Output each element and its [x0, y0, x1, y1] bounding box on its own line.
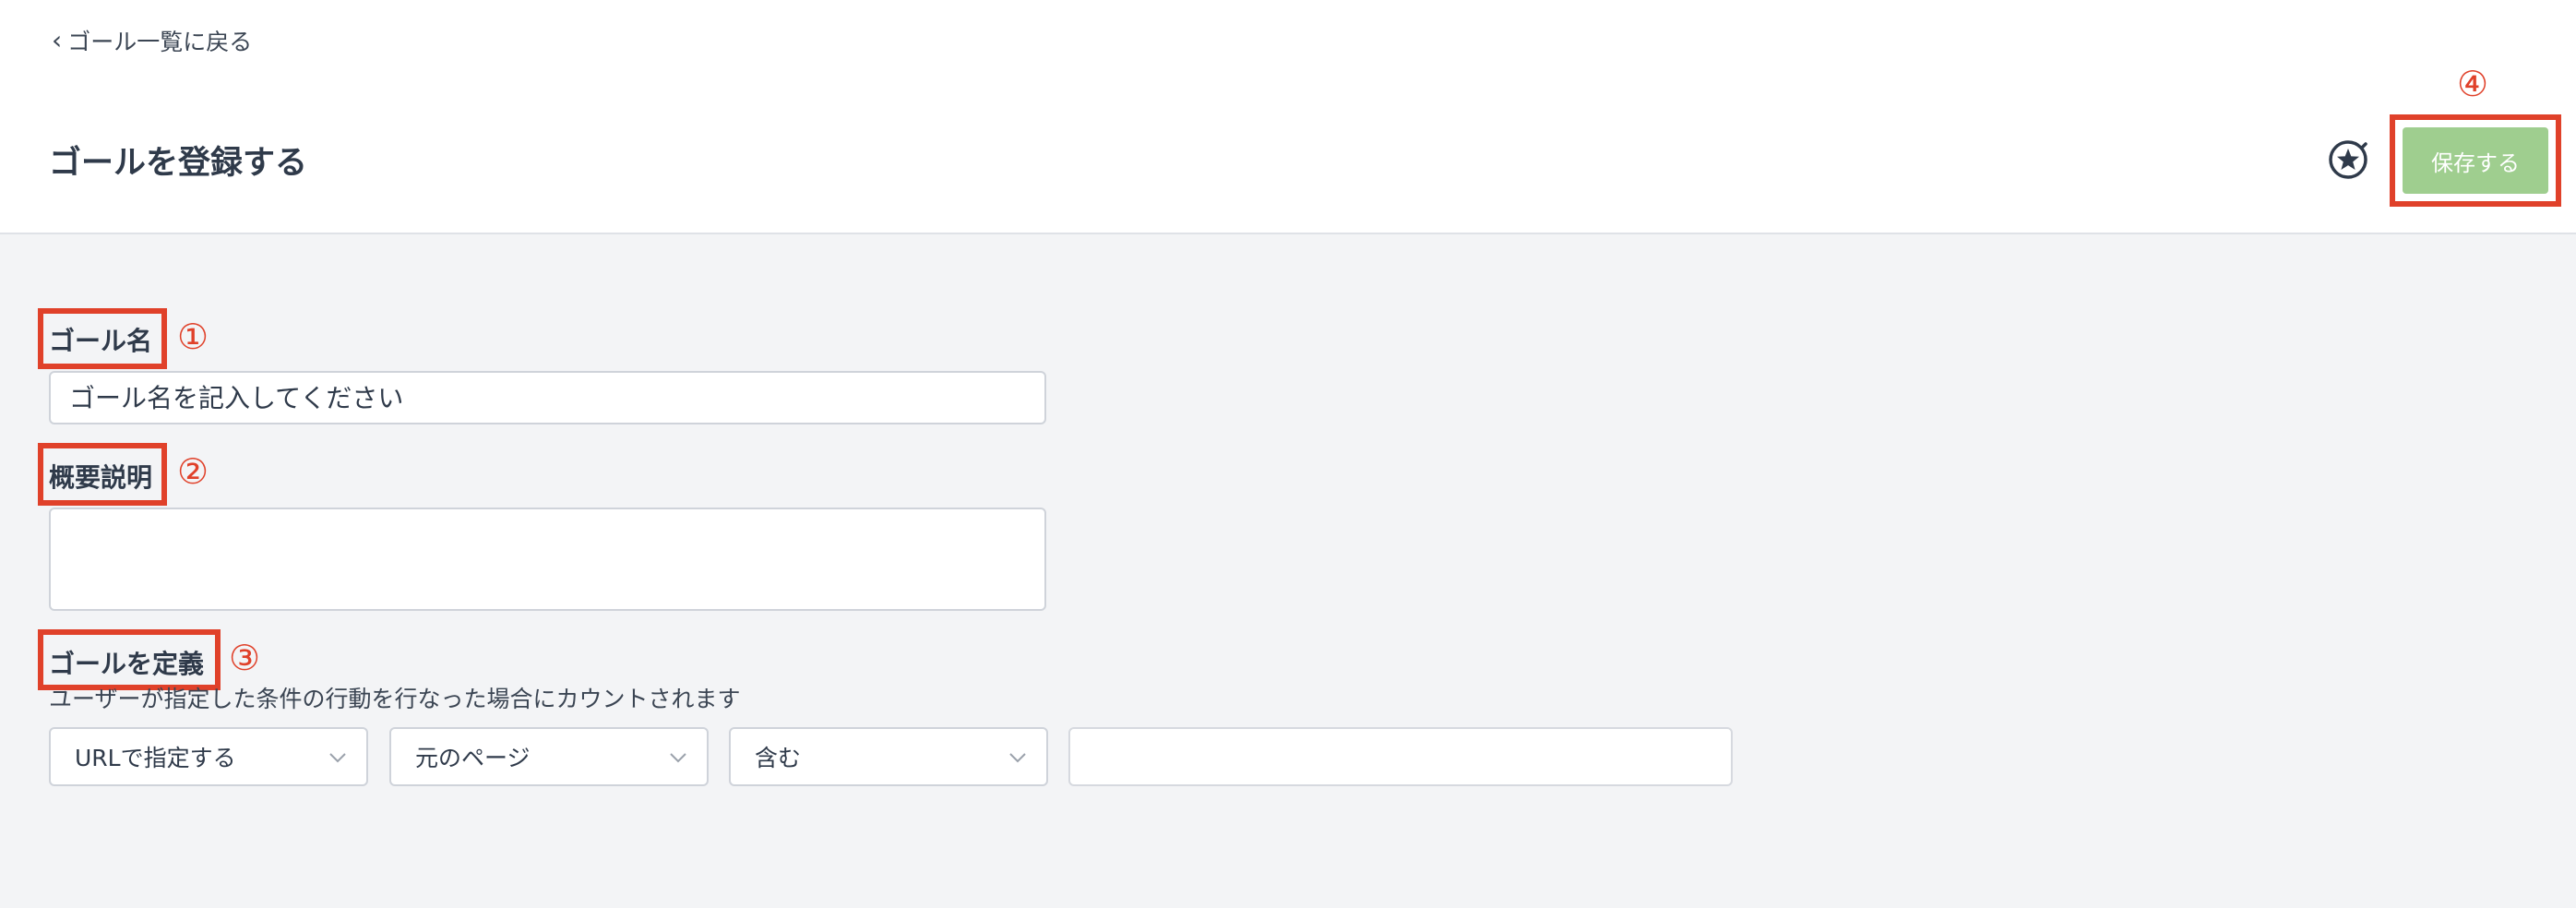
star-circle-icon[interactable] [2327, 138, 2369, 181]
summary-label: 概要説明 [49, 462, 153, 493]
back-to-goals-link[interactable]: ‹ ゴール一覧に戻る [52, 24, 252, 57]
annotation-number-3: ③ [229, 638, 261, 678]
define-goal-label: ゴールを定義 [49, 649, 205, 679]
save-button[interactable]: 保存する [2403, 127, 2548, 194]
goal-name-label: ゴール名 [49, 326, 153, 356]
condition-page-select[interactable]: 元のページ [389, 727, 709, 786]
condition-type-value: URLで指定する [75, 745, 236, 771]
chevron-down-icon [670, 753, 686, 763]
page-header: ‹ ゴール一覧に戻る ゴールを登録する ④ 保存する [0, 0, 2576, 234]
back-link-label: ゴール一覧に戻る [67, 29, 253, 55]
chevron-left-icon: ‹ [52, 25, 63, 55]
annotation-number-2: ② [177, 451, 209, 492]
page-title: ゴールを登録する [49, 145, 308, 182]
condition-page-value: 元のページ [415, 745, 531, 771]
condition-type-select[interactable]: URLで指定する [49, 727, 368, 786]
condition-match-select[interactable]: 含む [729, 727, 1048, 786]
condition-value-input[interactable] [1068, 727, 1733, 786]
annotation-number-4: ④ [2457, 64, 2489, 104]
condition-match-value: 含む [755, 745, 802, 771]
chevron-down-icon [329, 753, 346, 763]
define-goal-description: ユーザーが指定した条件の行動を行なった場合にカウントされます [49, 686, 741, 712]
summary-textarea[interactable] [49, 508, 1046, 611]
annotation-box-save: 保存する [2390, 114, 2561, 207]
goal-name-input[interactable] [49, 371, 1046, 424]
annotation-number-1: ① [177, 317, 209, 357]
chevron-down-icon [1009, 753, 1026, 763]
